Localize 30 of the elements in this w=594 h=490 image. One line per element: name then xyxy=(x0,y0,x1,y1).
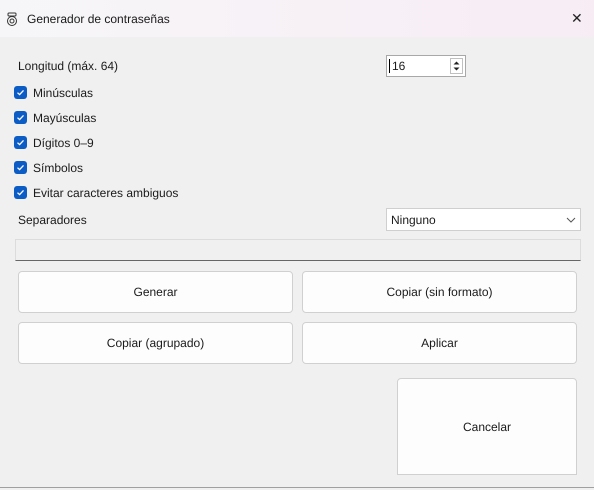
action-button[interactable]: Aplicar xyxy=(302,322,577,364)
check-icon xyxy=(16,88,25,97)
chevron-down-icon xyxy=(566,216,576,222)
separators-label: Separadores xyxy=(18,212,88,228)
action-button[interactable]: Copiar (sin formato) xyxy=(302,271,577,313)
checkbox[interactable] xyxy=(14,136,27,149)
app-icon xyxy=(5,12,19,26)
checkbox[interactable] xyxy=(14,186,27,199)
separators-dropdown[interactable]: Ninguno xyxy=(386,208,581,231)
password-output-field[interactable] xyxy=(15,239,581,261)
length-label: Longitud (máx. 64) xyxy=(18,58,120,75)
window-title: Generador de contraseñas xyxy=(27,10,170,28)
checkbox-label[interactable]: Minúsculas xyxy=(33,84,94,102)
action-button[interactable]: Copiar (agrupado) xyxy=(18,322,293,364)
checkbox[interactable] xyxy=(14,111,27,124)
check-icon xyxy=(16,138,25,147)
close-button[interactable]: ✕ xyxy=(562,4,592,34)
check-icon xyxy=(16,188,25,197)
checkbox-label[interactable]: Símbolos xyxy=(33,158,84,176)
cancel-button[interactable]: Cancelar xyxy=(397,378,577,475)
checkbox[interactable] xyxy=(14,86,27,99)
checkbox[interactable] xyxy=(14,161,27,174)
action-button[interactable]: Generar xyxy=(18,271,293,313)
length-spinbox[interactable]: 16 xyxy=(386,55,466,77)
checkbox-label[interactable]: Mayúsculas xyxy=(33,108,96,126)
checkbox-label[interactable]: Dígitos 0–9 xyxy=(33,134,94,152)
checkbox-label[interactable]: Evitar caracteres ambiguos xyxy=(33,184,178,202)
spin-arrows-icon[interactable] xyxy=(453,60,460,72)
check-icon xyxy=(16,163,25,172)
check-icon xyxy=(16,113,25,122)
